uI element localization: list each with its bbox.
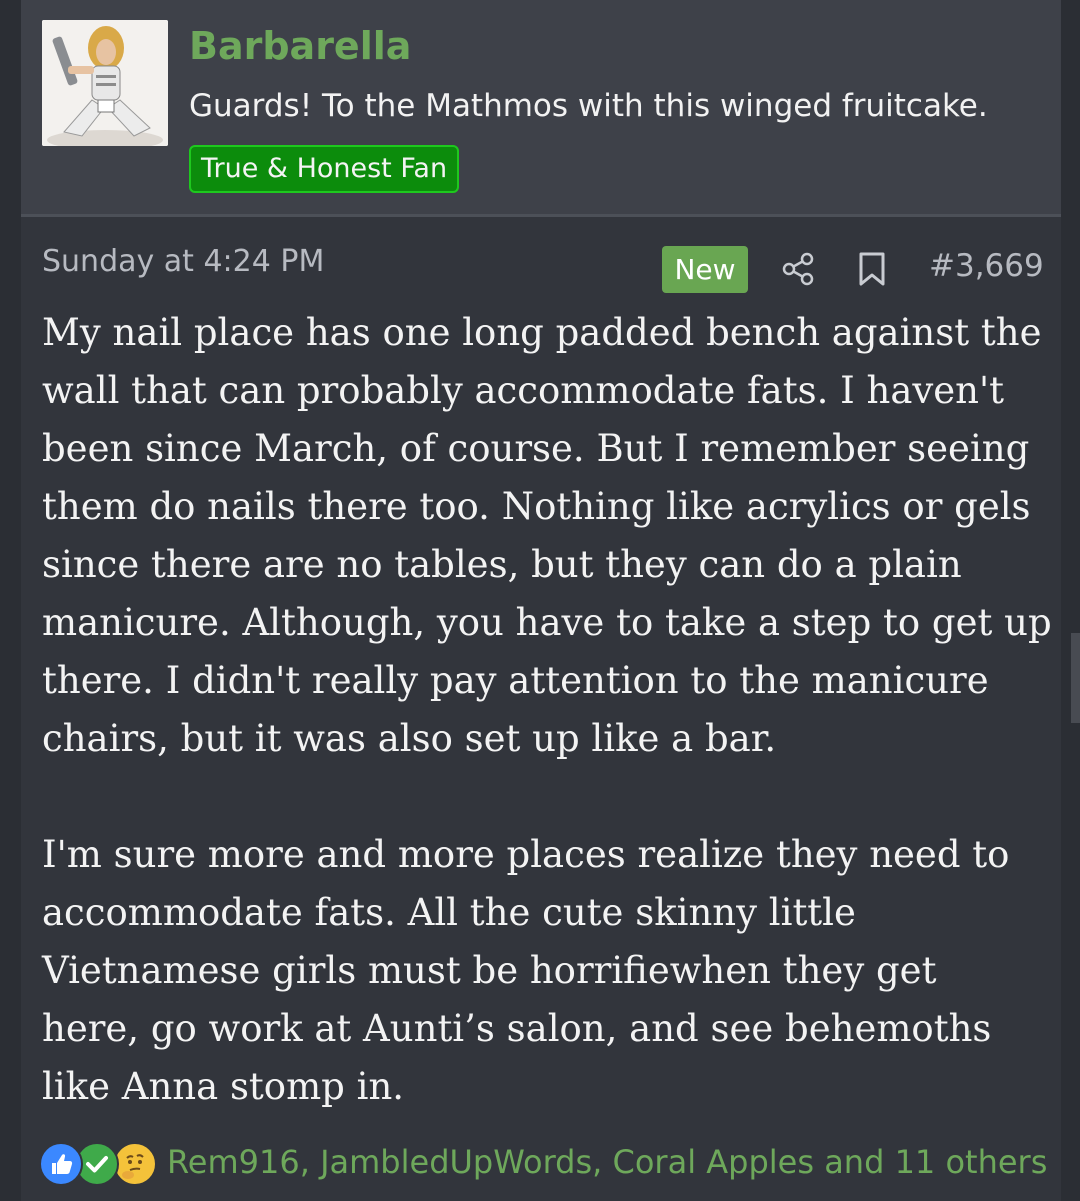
user-title-badge: True & Honest Fan: [189, 145, 460, 193]
reaction-summary[interactable]: [39, 1142, 157, 1186]
share-icon[interactable]: [781, 252, 815, 286]
user-tagline: Guards! To the Mathmos with this winged …: [189, 88, 988, 124]
post-container: Barbarella Guards! To the Mathmos with t…: [21, 0, 1061, 1201]
post-line: since there are no tables, but they can …: [42, 543, 962, 586]
new-badge: New: [662, 246, 748, 293]
post-line: there. I didn't really pay attention to …: [42, 659, 989, 702]
like-icon: [39, 1142, 83, 1186]
reactors-list[interactable]: Rem916, JambledUpWords, Coral Apples and…: [167, 1143, 1047, 1181]
post-line: been since March, of course. But I remem…: [42, 427, 1030, 470]
post-line: I'm sure more and more places realize th…: [42, 833, 1010, 876]
post-timestamp[interactable]: Sunday at 4:24 PM: [42, 244, 324, 279]
post-number-link[interactable]: #3,669: [929, 248, 1044, 284]
post-line: Vietnamese girls must be horrifiewhen th…: [42, 949, 937, 992]
post-line: accommodate fats. All the cute skinny li…: [42, 891, 856, 934]
post-line: manicure. Although, you have to take a s…: [42, 601, 1052, 644]
thinking-icon: [113, 1142, 157, 1186]
post-body: My nail place has one long padded bench …: [42, 304, 1054, 1116]
username[interactable]: Barbarella: [189, 24, 411, 68]
avatar[interactable]: [42, 20, 168, 146]
post-line: wall that can probably accommodate fats.…: [42, 369, 1005, 412]
post-line: here, go work at Aunti’s salon, and see …: [42, 1007, 992, 1050]
post-line: like Anna stomp in.: [42, 1065, 405, 1108]
bookmark-icon[interactable]: [857, 251, 887, 287]
scrollbar[interactable]: [1071, 633, 1080, 723]
post-line: My nail place has one long padded bench …: [42, 311, 1042, 354]
post-line: chairs, but it was also set up like a ba…: [42, 717, 777, 760]
paragraph-break: [42, 768, 1054, 826]
avatar-image: [42, 20, 168, 146]
post-line: them do nails there too. Nothing like ac…: [42, 485, 1031, 528]
post-author-header: Barbarella Guards! To the Mathmos with t…: [21, 0, 1061, 217]
